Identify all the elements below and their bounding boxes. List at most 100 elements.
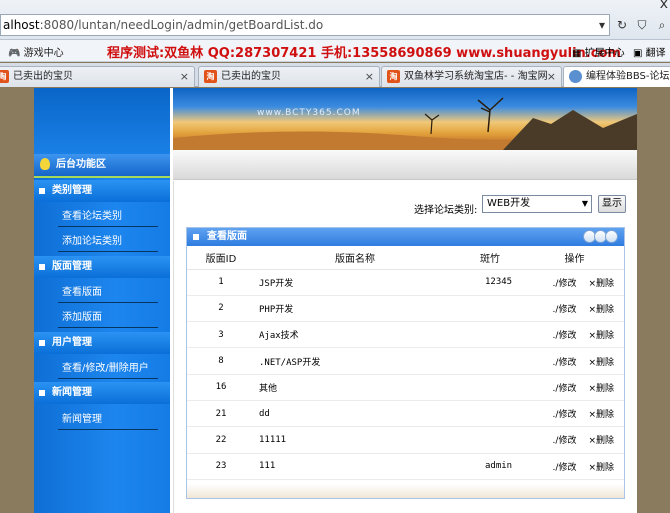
address-bar-area: alhost:8080/luntan/needLogin/admin/getBo…	[0, 0, 670, 40]
delete-link[interactable]: ×删除	[588, 384, 614, 394]
board-id-cell: 23	[187, 453, 255, 480]
sidebar-section-category[interactable]: 类别管理	[34, 180, 170, 202]
category-select[interactable]: WEB开发 ▼	[482, 195, 592, 213]
divider	[58, 302, 158, 303]
sidebar-item-label: 查看版面	[62, 287, 102, 298]
tab-taobao-store[interactable]: 淘 双鱼林学习系统淘宝店- - 淘宝网 ×	[381, 66, 562, 87]
edit-link[interactable]: ./修改	[553, 331, 577, 341]
tab-bar: 淘 已卖出的宝贝 × 淘 已卖出的宝贝 × 淘 双鱼林学习系统淘宝店- - 淘宝…	[0, 63, 670, 87]
sidebar-section-user[interactable]: 用户管理	[34, 332, 170, 354]
ops-cell: ./修改 ×删除	[525, 347, 624, 375]
search-icon[interactable]: ⌕	[652, 15, 670, 35]
ops-cell: ./修改 ×删除	[525, 453, 624, 480]
chevron-down-icon: ▼	[581, 199, 588, 208]
lightbulb-icon	[40, 158, 50, 170]
url-path: :8080/luntan/needLogin/admin/getBoardLis…	[39, 18, 324, 32]
url-host: alhost	[3, 18, 40, 32]
sidebar-top	[34, 88, 170, 154]
content-body: 选择论坛类别: WEB开发 ▼ 显示 查看版面 版面ID 版面名称 斑竹 操作 …	[173, 181, 637, 513]
edit-link[interactable]: ./修改	[553, 305, 577, 315]
close-tab-icon[interactable]: ×	[365, 67, 374, 86]
ops-cell: ./修改 ×删除	[525, 400, 624, 428]
right-margin	[637, 88, 670, 513]
url-input[interactable]: alhost:8080/luntan/needLogin/admin/getBo…	[0, 14, 610, 36]
sidebar-item-label: 查看/修改/删除用户	[62, 363, 149, 374]
admin-sidebar: 后台功能区 类别管理 查看论坛类别 添加论坛类别 版面管理 查看版面 添加版面 …	[34, 88, 170, 513]
show-button[interactable]: 显示	[598, 195, 626, 213]
board-name-cell: PHP开发	[255, 295, 455, 323]
dropdown-icon[interactable]: ▾	[592, 15, 612, 35]
sidebar-title: 后台功能区	[34, 154, 170, 178]
board-table: 版面ID 版面名称 斑竹 操作 1 JSP开发 12345 ./修改 ×删除 2 PHP开发…	[187, 246, 624, 480]
tree-shape	[477, 97, 504, 133]
translate-link[interactable]: ▣ 翻译	[633, 44, 666, 59]
rock-shape	[503, 110, 637, 150]
tab-bbs-admin[interactable]: 编程体验BBS-论坛 后	[563, 66, 670, 87]
sidebar-section-board[interactable]: 版面管理	[34, 256, 170, 278]
edit-link[interactable]: ./修改	[553, 410, 577, 420]
divider	[58, 226, 158, 227]
page-icon	[569, 70, 582, 83]
refresh-icon[interactable]: ↻	[612, 15, 632, 35]
col-header-id: 版面ID	[187, 246, 255, 270]
tree-shape-small	[424, 113, 440, 135]
sidebar-item-news-manage[interactable]: 新闻管理	[34, 407, 170, 432]
sidebar-section-news[interactable]: 新闻管理	[34, 382, 170, 404]
sidebar-item-manage-users[interactable]: 查看/修改/删除用户	[34, 356, 170, 381]
delete-link[interactable]: ×删除	[588, 331, 614, 341]
moderator-cell	[455, 374, 525, 401]
table-row: 2 PHP开发 ./修改 ×删除	[187, 295, 624, 323]
table-header-row: 版面ID 版面名称 斑竹 操作	[187, 246, 624, 270]
divider	[58, 327, 158, 328]
sidebar-title-text: 后台功能区	[56, 159, 106, 170]
delete-link[interactable]: ×删除	[588, 463, 614, 473]
bookmarks-bar: 🎮 游戏中心 程序测试:双鱼林 QQ:287307421 手机:13558690…	[0, 40, 670, 62]
page-content: 后台功能区 类别管理 查看论坛类别 添加论坛类别 版面管理 查看版面 添加版面 …	[0, 88, 670, 513]
moderator-cell	[455, 295, 525, 323]
edit-link[interactable]: ./修改	[553, 436, 577, 446]
board-id-cell: 3	[187, 321, 255, 349]
tab-sold-items-2[interactable]: 淘 已卖出的宝贝 ×	[198, 66, 380, 87]
sidebar-item-label: 查看论坛类别	[62, 211, 122, 222]
maximize-icon[interactable]	[605, 230, 618, 243]
taobao-icon: 淘	[0, 70, 9, 83]
board-list-panel: 查看版面 版面ID 版面名称 斑竹 操作 1 JSP开发 12345./修改 ×…	[186, 227, 625, 499]
board-name-cell: .NET/ASP开发	[255, 347, 455, 375]
table-row: 21 dd ./修改 ×删除	[187, 400, 624, 428]
header-banner: www.BCTY365.COM	[173, 88, 637, 150]
board-name-cell: 其他	[255, 374, 455, 401]
table-row: 1 JSP开发 12345 ./修改 ×删除	[187, 269, 624, 296]
close-tab-icon[interactable]: ×	[180, 67, 189, 86]
extension-label: 扩展中心	[584, 48, 625, 59]
games-center-link[interactable]: 🎮 游戏中心	[8, 44, 64, 59]
sidebar-item-view-boards[interactable]: 查看版面	[34, 280, 170, 305]
delete-link[interactable]: ×删除	[588, 410, 614, 420]
close-window-icon[interactable]: x	[660, 0, 668, 12]
sidebar-item-view-categories[interactable]: 查看论坛类别	[34, 204, 170, 229]
extension-center-link[interactable]: ▦ 扩展中心	[572, 44, 625, 59]
panel-header: 查看版面	[187, 228, 624, 246]
table-row: 23 111 admin ./修改 ×删除	[187, 453, 624, 480]
divider	[58, 378, 158, 379]
moderator-cell: admin	[455, 453, 525, 480]
category-select-label: 选择论坛类别:	[414, 205, 478, 216]
panel-footer	[187, 484, 624, 498]
edit-link[interactable]: ./修改	[553, 279, 577, 289]
edit-link[interactable]: ./修改	[553, 358, 577, 368]
close-tab-icon[interactable]: ×	[547, 67, 556, 86]
moderator-cell	[455, 321, 525, 349]
delete-link[interactable]: ×删除	[588, 358, 614, 368]
edit-link[interactable]: ./修改	[553, 463, 577, 473]
tab-sold-items-1[interactable]: 淘 已卖出的宝贝 ×	[0, 66, 195, 87]
board-id-cell: 16	[187, 374, 255, 401]
ops-cell: ./修改 ×删除	[525, 321, 624, 349]
ad-text[interactable]: 程序测试:双鱼林 QQ:287307421 手机:13558690869 www…	[107, 42, 621, 61]
delete-link[interactable]: ×删除	[588, 436, 614, 446]
edit-link[interactable]: ./修改	[553, 384, 577, 394]
shield-icon[interactable]: ⛉	[632, 15, 652, 35]
delete-link[interactable]: ×删除	[588, 305, 614, 315]
panel-title: 查看版面	[207, 231, 247, 242]
sidebar-item-add-board[interactable]: 添加版面	[34, 305, 170, 330]
delete-link[interactable]: ×删除	[588, 279, 614, 289]
sidebar-item-add-category[interactable]: 添加论坛类别	[34, 229, 170, 254]
